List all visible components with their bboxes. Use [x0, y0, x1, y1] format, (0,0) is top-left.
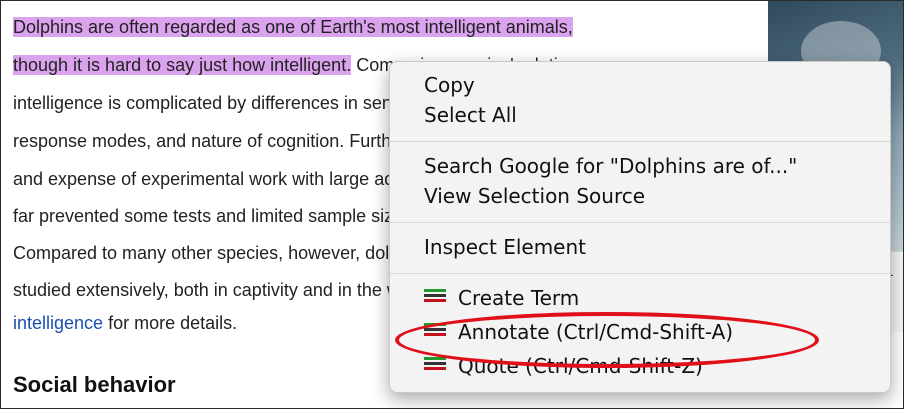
menu-separator — [390, 222, 890, 223]
screenshot-frame: p- e Dolphins are often regarded as one … — [0, 0, 904, 409]
selected-text[interactable]: though it is hard to say just how intell… — [13, 55, 352, 75]
menu-separator — [390, 273, 890, 274]
menu-item-search-google[interactable]: Search Google for "Dolphins are of..." — [424, 151, 797, 181]
selected-text[interactable]: Dolphins are often regarded as one of Ea… — [13, 17, 573, 37]
article-line-1[interactable]: Dolphins are often regarded as one of Ea… — [13, 11, 573, 43]
menu-item-view-selection-source[interactable]: View Selection Source — [424, 181, 645, 211]
menu-separator — [390, 141, 890, 142]
intelligence-link[interactable]: intelligence — [13, 313, 103, 333]
article-text: for more details. — [103, 313, 238, 333]
annotation-extension-icon — [424, 357, 446, 377]
menu-item-label: Create Term — [458, 286, 580, 310]
menu-item-inspect-element[interactable]: Inspect Element — [424, 232, 586, 262]
menu-item-copy[interactable]: Copy — [424, 70, 475, 100]
section-heading: Social behavior — [13, 372, 176, 397]
annotate-highlight-ring — [395, 312, 819, 368]
annotation-extension-icon — [424, 289, 446, 309]
article-line-9: intelligence for more details. — [13, 307, 237, 339]
menu-item-select-all[interactable]: Select All — [424, 100, 517, 130]
